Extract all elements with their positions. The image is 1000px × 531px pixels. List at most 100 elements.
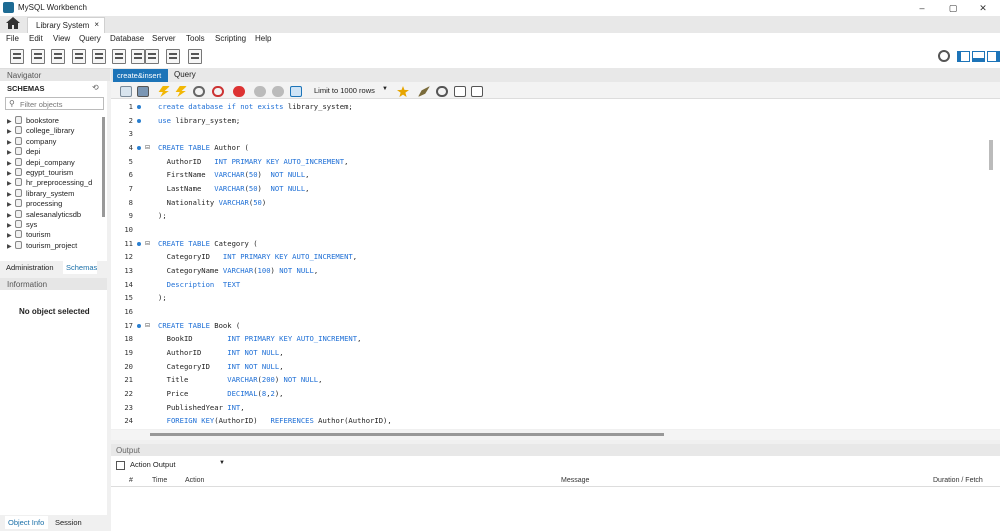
close-button[interactable]: ✕: [968, 0, 998, 16]
tab-schemas[interactable]: Schemas: [63, 261, 97, 274]
close-icon[interactable]: ×: [94, 20, 99, 29]
editor-horizontal-scrollbar[interactable]: [150, 433, 664, 436]
menu-database[interactable]: Database: [110, 34, 144, 43]
expand-arrow-icon[interactable]: ▶: [7, 170, 15, 177]
refresh-icon[interactable]: ⟲: [92, 83, 99, 92]
expand-arrow-icon[interactable]: ▶: [7, 128, 15, 135]
column-message[interactable]: Message: [561, 477, 589, 484]
tab-query[interactable]: Query: [174, 70, 196, 79]
schema-item[interactable]: ▶ tourism_project: [7, 240, 77, 251]
schema-item[interactable]: ▶ processing: [7, 199, 62, 209]
code-line[interactable]: AuthorID INT PRIMARY KEY AUTO_INCREMENT,: [158, 157, 349, 166]
toggle-sidebar-icon[interactable]: [957, 51, 970, 62]
schema-item[interactable]: ▶ depi_company: [7, 157, 75, 168]
code-line[interactable]: CREATE TABLE Author (: [158, 143, 249, 152]
schema-item[interactable]: ▶ sys: [7, 220, 37, 230]
expand-arrow-icon[interactable]: ▶: [7, 118, 15, 125]
wrap-lines-icon[interactable]: [471, 86, 483, 97]
fold-toggle-icon[interactable]: ⊟: [145, 322, 150, 329]
fold-toggle-icon[interactable]: ⊟: [145, 240, 150, 247]
toggle-secondary-sidebar-icon[interactable]: [987, 51, 1000, 62]
limit-rows-select[interactable]: Limit to 1000 rows ▼: [314, 86, 392, 98]
create-procedure-icon[interactable]: [131, 49, 145, 64]
tab-object-info[interactable]: Object Info: [5, 516, 48, 529]
menu-file[interactable]: File: [6, 34, 19, 43]
open-file-icon[interactable]: [120, 86, 132, 97]
rollback-icon[interactable]: [272, 86, 284, 97]
menu-scripting[interactable]: Scripting: [215, 34, 246, 43]
tab-administration[interactable]: Administration: [6, 263, 54, 272]
code-line[interactable]: CategoryID INT PRIMARY KEY AUTO_INCREMEN…: [158, 252, 357, 261]
schema-item[interactable]: ▶ library_system: [7, 188, 74, 199]
code-line[interactable]: );: [158, 211, 167, 220]
menu-tools[interactable]: Tools: [186, 34, 205, 43]
stop-icon[interactable]: [212, 86, 224, 97]
code-line[interactable]: Description TEXT: [158, 280, 241, 289]
code-line[interactable]: Nationality VARCHAR(50): [158, 198, 267, 207]
code-line[interactable]: PublishedYear INT,: [158, 403, 245, 412]
create-table-icon[interactable]: [92, 49, 106, 64]
maximize-button[interactable]: ▢: [938, 0, 968, 16]
expand-arrow-icon[interactable]: ▶: [7, 243, 15, 250]
code-line[interactable]: AuthorID INT NOT NULL,: [158, 348, 284, 357]
schema-item[interactable]: ▶ college_library: [7, 126, 74, 136]
settings-gear-icon[interactable]: [938, 50, 950, 62]
code-line[interactable]: CategoryName VARCHAR(100) NOT NULL,: [158, 266, 319, 275]
expand-arrow-icon[interactable]: ▶: [7, 139, 15, 146]
menu-help[interactable]: Help: [255, 34, 271, 43]
code-line[interactable]: LastName VARCHAR(50) NOT NULL,: [158, 184, 310, 193]
expand-arrow-icon[interactable]: ▶: [7, 232, 15, 239]
search-icon[interactable]: [436, 86, 448, 97]
code-line[interactable]: Title VARCHAR(200) NOT NULL,: [158, 375, 323, 384]
tab-session[interactable]: Session: [55, 518, 82, 527]
output-copy-icon[interactable]: [116, 461, 125, 470]
schema-item[interactable]: ▶ bookstore: [7, 116, 59, 126]
autocommit-icon[interactable]: [290, 86, 302, 97]
schema-item[interactable]: ▶ salesanalyticsdb: [7, 209, 81, 220]
expand-arrow-icon[interactable]: ▶: [7, 149, 15, 156]
tab-create-insert[interactable]: create&insert: [113, 69, 168, 82]
code-line[interactable]: use library_system;: [158, 116, 240, 125]
expand-arrow-icon[interactable]: ▶: [7, 191, 15, 198]
schema-item[interactable]: ▶ hr_preprocessing_d: [7, 178, 92, 188]
editor-vertical-scrollbar[interactable]: [989, 140, 993, 170]
schema-item[interactable]: ▶ egypt_tourism: [7, 168, 73, 178]
schema-item[interactable]: ▶ company: [7, 136, 56, 147]
expand-arrow-icon[interactable]: ▶: [7, 212, 15, 219]
new-sql-tab-icon[interactable]: [10, 49, 24, 64]
explain-icon[interactable]: [193, 86, 205, 97]
code-line[interactable]: Price DECIMAL(8,2),: [158, 389, 284, 398]
code-line[interactable]: CREATE TABLE Category (: [158, 239, 258, 248]
code-line[interactable]: );: [158, 293, 167, 302]
toggle-output-icon[interactable]: [972, 51, 985, 62]
invisible-chars-icon[interactable]: [454, 86, 466, 97]
menu-server[interactable]: Server: [152, 34, 176, 43]
code-line[interactable]: BookID INT PRIMARY KEY AUTO_INCREMENT,: [158, 334, 362, 343]
expand-arrow-icon[interactable]: ▶: [7, 222, 15, 229]
open-sql-script-icon[interactable]: [31, 49, 45, 64]
connection-tab[interactable]: Library System ×: [27, 17, 105, 33]
menu-edit[interactable]: Edit: [29, 34, 43, 43]
search-table-data-icon[interactable]: [166, 49, 180, 64]
create-schema-icon[interactable]: [72, 49, 86, 64]
minimize-button[interactable]: –: [907, 0, 937, 16]
expand-arrow-icon[interactable]: ▶: [7, 160, 15, 167]
column-number[interactable]: #: [129, 477, 133, 484]
commit-icon[interactable]: [254, 86, 266, 97]
home-icon[interactable]: [4, 17, 22, 31]
expand-arrow-icon[interactable]: ▶: [7, 180, 15, 187]
menu-query[interactable]: Query: [79, 34, 101, 43]
output-type-select[interactable]: Action Output ▼: [130, 460, 227, 472]
column-action[interactable]: Action: [185, 477, 204, 484]
fold-toggle-icon[interactable]: ⊟: [145, 144, 150, 151]
code-line[interactable]: CREATE TABLE Book (: [158, 321, 240, 330]
save-icon[interactable]: [137, 86, 149, 97]
code-line[interactable]: CategoryID INT NOT NULL,: [158, 362, 284, 371]
column-time[interactable]: Time: [152, 477, 167, 484]
column-duration-fetch[interactable]: Duration / Fetch: [933, 477, 983, 484]
code-line[interactable]: FirstName VARCHAR(50) NOT NULL,: [158, 170, 310, 179]
schema-item[interactable]: ▶ tourism: [7, 230, 51, 240]
code-line[interactable]: create database if not exists library_sy…: [158, 102, 353, 111]
navigator-scrollbar[interactable]: [102, 117, 105, 217]
code-line[interactable]: FOREIGN KEY(AuthorID) REFERENCES Author(…: [158, 416, 392, 425]
